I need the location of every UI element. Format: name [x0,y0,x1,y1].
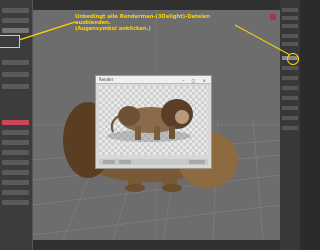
right-side-panel [279,0,300,250]
annotation-callout-box [0,35,20,48]
footer-button[interactable] [119,160,131,164]
panel-row[interactable] [282,42,298,46]
panel-row[interactable] [2,170,29,175]
panel-row[interactable] [2,84,29,89]
render-window-footer [99,159,208,165]
viewport-corner-icon[interactable] [270,14,276,20]
panel-row[interactable] [2,18,29,23]
panel-row[interactable] [2,60,29,65]
panel-row[interactable] [282,8,298,12]
panel-row[interactable] [282,76,298,80]
viewport-status-bar [33,240,280,250]
render-window-title: Render [99,77,114,82]
render-window-titlebar[interactable]: Render – ▢ ✕ [96,76,211,84]
panel-row[interactable] [282,106,298,110]
panel-row[interactable] [282,116,298,120]
panel-row[interactable] [2,190,29,195]
panel-row[interactable] [282,16,298,20]
panel-row[interactable] [2,180,29,185]
panel-row[interactable] [2,8,29,13]
panel-row[interactable] [282,96,298,100]
panel-row[interactable] [2,200,29,205]
panel-row[interactable] [282,24,298,28]
panel-row-active[interactable] [2,120,29,125]
panel-row[interactable] [2,130,29,135]
eye-toggle-highlight [287,53,299,65]
panel-row[interactable] [282,34,298,38]
annotation-line-1: Unbedingt alle Renderman-(3Delight)-Date… [75,14,211,27]
annotation-line-2: (Augensymbol anklicken.) [75,26,151,33]
rendered-lion-image [107,99,193,142]
panel-row[interactable] [2,140,29,145]
window-controls[interactable]: – ▢ ✕ [182,77,209,84]
render-canvas [99,86,208,155]
footer-button[interactable] [103,160,115,164]
render-window[interactable]: Render – ▢ ✕ [95,75,212,169]
panel-row[interactable] [282,126,298,130]
annotation-text: Unbedingt alle Renderman-(3Delight)-Date… [75,14,235,33]
panel-row[interactable] [282,66,298,70]
panel-row[interactable] [2,72,29,77]
panel-row-highlight[interactable] [2,28,29,33]
panel-row[interactable] [282,86,298,90]
footer-button[interactable] [189,160,205,164]
panel-row[interactable] [2,160,29,165]
panel-row[interactable] [2,150,29,155]
